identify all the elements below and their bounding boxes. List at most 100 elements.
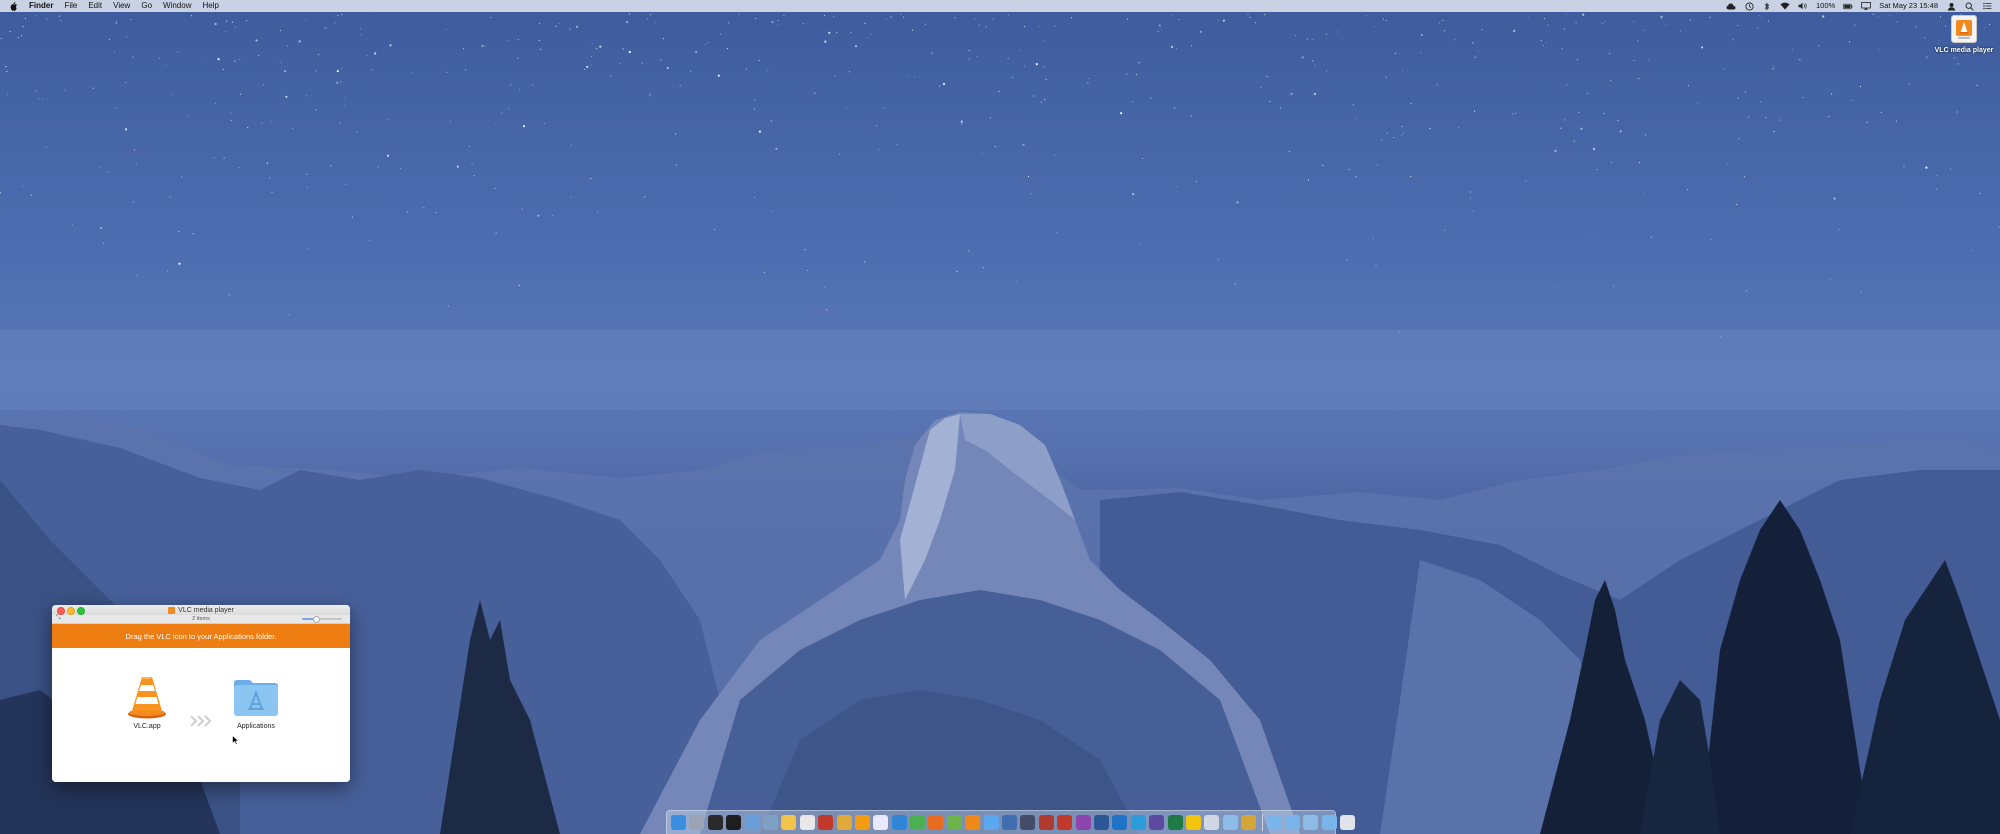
dock-onenote-icon[interactable] <box>1075 815 1091 830</box>
spotlight-search-icon[interactable] <box>1964 2 1974 11</box>
time-machine-icon[interactable] <box>1744 1 1754 11</box>
dock-messages-icon[interactable] <box>983 815 999 830</box>
star <box>646 18 648 20</box>
dock-acrobat-icon[interactable] <box>1057 815 1073 830</box>
star <box>570 196 572 198</box>
dock-trash-icon[interactable] <box>1340 815 1356 830</box>
star <box>1610 80 1612 82</box>
star <box>960 123 963 125</box>
star <box>836 32 838 34</box>
dock-dictionary-icon[interactable] <box>1038 815 1054 830</box>
dock-sublime-icon[interactable] <box>854 815 870 830</box>
star <box>1044 99 1046 101</box>
star <box>1772 68 1774 70</box>
collapse-toolbar-icon[interactable]: ⤡ <box>56 615 61 622</box>
star <box>1903 165 1905 168</box>
star <box>1546 41 1548 44</box>
dock-wrench-icon[interactable] <box>1241 815 1257 830</box>
dock-sketch-icon[interactable] <box>1185 815 1201 830</box>
star <box>1576 59 1578 61</box>
dock-terminal-1-icon[interactable] <box>707 815 723 830</box>
star <box>1564 119 1566 121</box>
dock-documents-icon[interactable] <box>1321 815 1337 830</box>
star <box>315 70 317 72</box>
star <box>341 14 343 16</box>
menu-clock[interactable]: Sat May 23 15:48 <box>1879 0 1938 12</box>
dock-maps-icon[interactable] <box>946 815 962 830</box>
star <box>1998 226 2000 228</box>
battery-icon[interactable] <box>1843 2 1853 11</box>
icon-size-slider-knob[interactable] <box>313 616 320 623</box>
dock-launchpad-icon[interactable] <box>689 815 705 830</box>
menu-edit[interactable]: Edit <box>88 0 102 12</box>
dock-textedit-icon[interactable] <box>799 815 815 830</box>
notification-center-icon[interactable] <box>1982 2 1992 11</box>
menu-view[interactable]: View <box>113 0 130 12</box>
wifi-icon[interactable] <box>1780 2 1790 11</box>
star <box>214 102 216 104</box>
creative-cloud-icon[interactable] <box>1726 2 1736 11</box>
vlc-app-item[interactable]: VLC.app <box>125 673 169 730</box>
dock-terminal-2-icon[interactable] <box>726 815 742 830</box>
dock-photo-booth-icon[interactable] <box>818 815 834 830</box>
dock-utility-icon[interactable] <box>1204 815 1220 830</box>
star <box>783 14 785 16</box>
close-button[interactable] <box>57 607 65 615</box>
dock-itunes-icon[interactable] <box>873 815 889 830</box>
star <box>1859 86 1862 88</box>
star <box>1604 20 1606 23</box>
dock-finder-2-icon[interactable] <box>1002 815 1018 830</box>
zoom-button[interactable] <box>77 607 85 615</box>
dock-notes-icon[interactable] <box>781 815 797 830</box>
window-titlebar[interactable]: VLC media player <box>52 605 350 615</box>
star <box>1822 15 1825 18</box>
airplay-icon[interactable] <box>1861 2 1872 11</box>
dock-word-icon[interactable] <box>1093 815 1109 830</box>
dock-firefox-icon[interactable] <box>928 815 944 830</box>
banner-text: Drag the VLC icon to your Applications f… <box>125 631 277 641</box>
dock-eclipse-icon[interactable] <box>1149 815 1165 830</box>
dock-outlook-icon[interactable] <box>1112 815 1128 830</box>
desktop: Finder File Edit View Go Window Help 100… <box>0 0 2000 834</box>
dock-excel-icon[interactable] <box>1167 815 1183 830</box>
star <box>1382 18 1384 20</box>
icon-size-slider[interactable] <box>302 616 342 623</box>
dock-chrome-icon[interactable] <box>836 815 852 830</box>
star <box>590 178 592 180</box>
dock-cloud-icon[interactable] <box>1222 815 1238 830</box>
star <box>1007 14 1010 16</box>
dock-skype-icon[interactable] <box>1130 815 1146 830</box>
star <box>675 164 677 166</box>
dock-chrome-2-icon[interactable] <box>910 815 926 830</box>
star <box>307 248 309 250</box>
star <box>1650 236 1652 238</box>
dock-app-store-icon[interactable] <box>744 815 760 830</box>
menu-file[interactable]: File <box>64 0 77 12</box>
dock-preview-icon[interactable] <box>762 815 778 830</box>
user-icon[interactable] <box>1946 2 1956 11</box>
apple-menu-icon[interactable] <box>9 1 19 11</box>
star <box>846 107 848 109</box>
menu-help[interactable]: Help <box>202 0 218 12</box>
dock-folder-2-icon[interactable] <box>1284 815 1300 830</box>
volume-icon[interactable] <box>1798 2 1808 11</box>
menu-app-name[interactable]: Finder <box>29 0 53 12</box>
star <box>508 108 510 110</box>
dock-downloads-icon[interactable] <box>1303 815 1319 830</box>
minimize-button[interactable] <box>67 607 75 615</box>
desktop-volume-icon[interactable]: VLC media player <box>1930 15 1998 54</box>
dock-quicktime-icon[interactable] <box>1020 815 1036 830</box>
star <box>824 40 827 43</box>
menu-go[interactable]: Go <box>141 0 152 12</box>
dock-finder-icon[interactable] <box>671 815 686 830</box>
star <box>1174 107 1176 109</box>
dock-vlc-icon[interactable] <box>965 815 981 830</box>
dock-folder-1-icon[interactable] <box>1266 815 1282 830</box>
bluetooth-icon[interactable] <box>1762 2 1772 11</box>
menu-window[interactable]: Window <box>163 0 191 12</box>
star <box>720 33 722 35</box>
battery-percentage[interactable]: 100% <box>1816 0 1835 12</box>
star <box>115 22 117 24</box>
dock-safari-icon[interactable] <box>891 815 907 830</box>
applications-folder-item[interactable]: Applications <box>232 675 280 730</box>
